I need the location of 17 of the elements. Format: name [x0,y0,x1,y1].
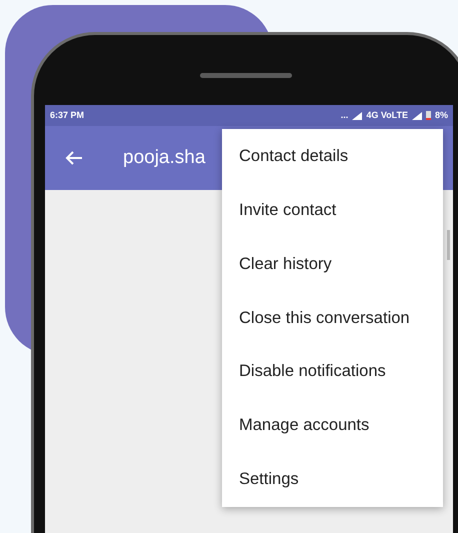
menu-item[interactable]: Manage accounts [222,398,443,452]
conversation-title: pooja.sha [123,146,206,170]
battery-percent: 8% [434,108,448,122]
status-dots: ... [340,108,348,122]
menu-item[interactable]: Clear history [222,237,443,292]
signal-icon [352,112,362,120]
menu-item[interactable]: Disable notifications [222,344,443,398]
menu-item[interactable]: Contact details [222,130,443,184]
network-type: 4G VoLTE [366,108,408,122]
signal-icon [412,112,422,120]
menu-item[interactable]: Close this conversation [222,291,443,345]
status-time: 6:37 PM [50,108,84,122]
menu-item[interactable]: Settings [222,452,443,506]
battery-icon [426,111,431,120]
menu-item[interactable]: Invite contact [222,184,443,238]
scrollbar [447,230,450,260]
back-icon[interactable] [65,150,83,166]
